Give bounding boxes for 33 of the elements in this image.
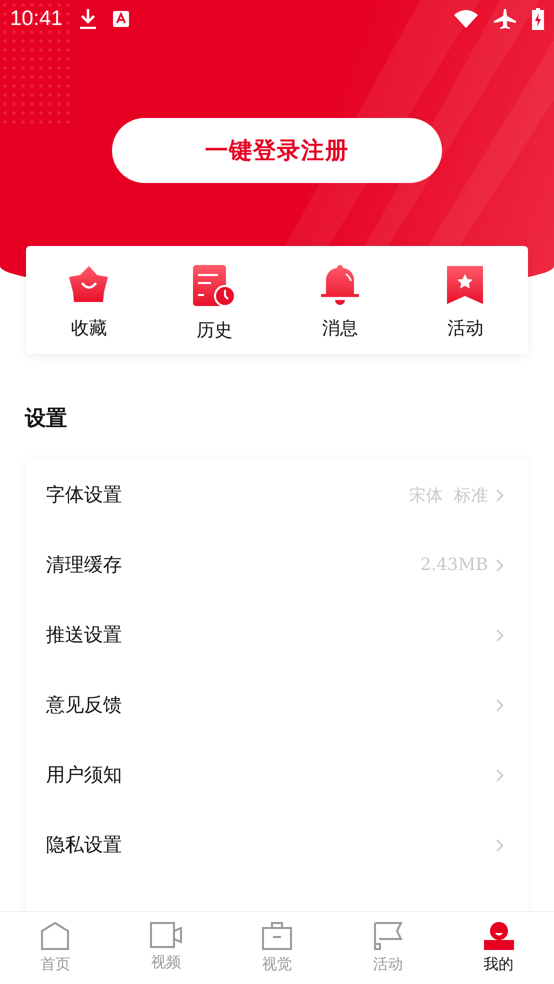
airplane-icon [494,8,516,30]
setting-label[interactable]: 用户须知 [46,762,496,788]
chevron-right-icon [496,838,504,852]
shortcut-label[interactable]: 收藏 [70,316,107,340]
login-button[interactable]: 一键登录注册 [112,118,442,183]
chevron-right-icon [496,488,504,502]
tab-label[interactable]: 我的 [484,955,514,974]
home-icon [40,922,70,950]
setting-label[interactable]: 隐私设置 [46,832,496,858]
setting-label[interactable]: 意见反馈 [46,692,496,718]
briefcase-icon [262,922,292,950]
setting-label[interactable]: 推送设置 [46,622,496,648]
document-clock-icon [192,264,236,308]
chevron-right-icon [496,628,504,642]
status-time: 10:41 [10,7,63,31]
shortcut-label[interactable]: 消息 [322,316,358,340]
bookmark-star-icon [446,264,484,306]
section-title: 设置 [25,404,68,432]
flag-icon [372,922,403,950]
battery-icon [532,8,544,30]
setting-label[interactable]: 字体设置 [46,482,410,508]
shortcut-label[interactable]: 活动 [447,316,484,340]
app-notification-icon [112,11,129,27]
download-icon [78,9,97,29]
chevron-right-icon [496,698,504,712]
user-icon [484,922,514,950]
bell-icon [318,264,361,306]
video-camera-icon [150,922,182,948]
shortcut-label[interactable]: 历史 [196,318,232,342]
wifi-icon [454,10,478,28]
setting-label[interactable]: 清理缓存 [46,552,420,578]
chevron-right-icon [496,558,504,572]
chevron-right-icon [496,768,504,782]
